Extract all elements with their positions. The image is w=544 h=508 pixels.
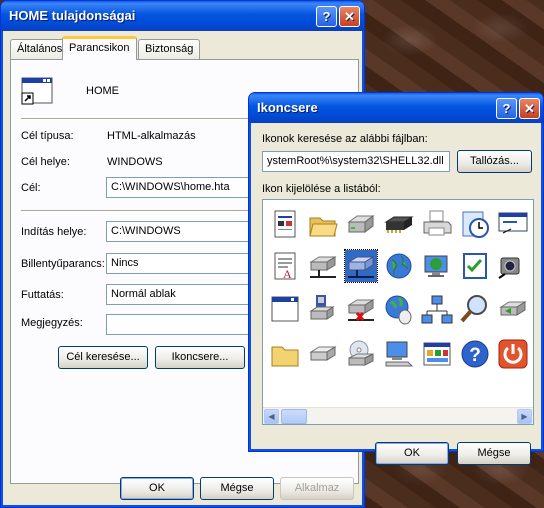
- close-button[interactable]: ✕: [339, 6, 360, 27]
- dialog-cancel-button[interactable]: Mégse: [457, 442, 531, 465]
- change-icon-dialog: Ikoncsere ? ✕ Ikonok keresése az alábbi …: [248, 92, 544, 465]
- shortcut-app-icon: [21, 75, 53, 107]
- target-type-value: HTML-alkalmazás: [107, 130, 196, 142]
- drive-disconnected-icon[interactable]: [345, 293, 377, 325]
- target-type-label: Cél típusa:: [21, 130, 74, 142]
- browse-button[interactable]: Tallózás...: [457, 150, 532, 173]
- drive-arrow-icon[interactable]: [497, 293, 529, 325]
- start-in-label: Indítás helye:: [21, 226, 87, 238]
- dialog-help-button[interactable]: ?: [496, 98, 517, 119]
- network-icon[interactable]: [421, 293, 453, 325]
- window-icon[interactable]: [269, 293, 301, 325]
- apply-button: Alkalmaz: [280, 477, 354, 500]
- change-icon-button[interactable]: Ikoncsere...: [155, 346, 245, 369]
- tab-shortcut[interactable]: Parancsikon: [62, 36, 137, 60]
- globe-icon[interactable]: [383, 250, 415, 282]
- tab-general[interactable]: Általános: [10, 39, 70, 59]
- document-letter-icon[interactable]: A: [269, 250, 301, 282]
- scheduled-tasks-icon[interactable]: [459, 208, 491, 240]
- icon-file-input[interactable]: ystemRoot%\system32\SHELL32.dll: [262, 151, 450, 172]
- comment-label: Megjegyzés:: [21, 317, 83, 329]
- document-icon[interactable]: [269, 208, 301, 240]
- help-icon[interactable]: ?: [459, 338, 491, 370]
- change-icon-titlebar[interactable]: Ikoncsere ? ✕: [249, 93, 543, 123]
- folder-open-icon[interactable]: [307, 208, 339, 240]
- shortcut-name: HOME: [86, 85, 119, 97]
- target-label: Cél:: [21, 182, 41, 194]
- network-drive-selected-icon[interactable]: [344, 249, 378, 283]
- target-location-label: Cél helye:: [21, 156, 70, 168]
- find-target-button[interactable]: Cél keresése...: [58, 346, 148, 369]
- properties-titlebar[interactable]: HOME tulajdonságai ? ✕: [1, 1, 364, 31]
- floppy-icon[interactable]: [307, 293, 339, 325]
- drive-icon[interactable]: [345, 208, 377, 240]
- monitor-globe-icon[interactable]: [421, 250, 453, 282]
- shortcut-key-label: Billentyűparancs:: [21, 258, 105, 270]
- run-label: Futtatás:: [21, 289, 64, 301]
- computer-icon[interactable]: [383, 338, 415, 370]
- target-location-value: WINDOWS: [107, 156, 163, 168]
- search-file-label: Ikonok keresése az alábbi fájlban:: [262, 133, 428, 145]
- ok-button[interactable]: OK: [120, 477, 194, 500]
- folder-icon[interactable]: [269, 338, 301, 370]
- icon-list-scrollbar[interactable]: ◀ ▶: [263, 407, 533, 424]
- window-arrow-icon[interactable]: [497, 208, 529, 240]
- dialog-close-button[interactable]: ✕: [519, 98, 540, 119]
- select-icon-label: Ikon kijelölése a listából:: [262, 183, 381, 195]
- change-icon-body: Ikonok keresése az alábbi fájlban: ystem…: [252, 123, 540, 465]
- control-panel-icon[interactable]: [421, 338, 453, 370]
- tab-security[interactable]: Biztonság: [138, 39, 201, 59]
- cd-drive-icon[interactable]: [345, 338, 377, 370]
- properties-title: HOME tulajdonságai: [9, 8, 136, 23]
- scroll-right-icon[interactable]: ▶: [517, 409, 532, 424]
- memory-chip-icon[interactable]: [383, 208, 415, 240]
- svg-text:?: ?: [469, 345, 481, 366]
- globe-mouse-icon[interactable]: [383, 293, 415, 325]
- hard-drive-icon[interactable]: [307, 338, 339, 370]
- printer-icon[interactable]: [421, 208, 453, 240]
- scroll-left-icon[interactable]: ◀: [264, 409, 279, 424]
- help-button[interactable]: ?: [316, 6, 337, 27]
- network-drive-icon[interactable]: [307, 250, 339, 282]
- change-icon-title: Ikoncsere: [257, 100, 318, 115]
- scroll-thumb[interactable]: [281, 409, 307, 424]
- webcam-icon[interactable]: [497, 250, 529, 282]
- search-magnifier-icon[interactable]: [459, 293, 491, 325]
- svg-text:A: A: [283, 267, 292, 281]
- icon-list[interactable]: A ? ◀ ▶: [262, 199, 534, 425]
- checklist-icon[interactable]: [459, 250, 491, 282]
- cancel-button[interactable]: Mégse: [200, 477, 274, 500]
- shutdown-icon[interactable]: [497, 338, 529, 370]
- dialog-ok-button[interactable]: OK: [375, 442, 449, 465]
